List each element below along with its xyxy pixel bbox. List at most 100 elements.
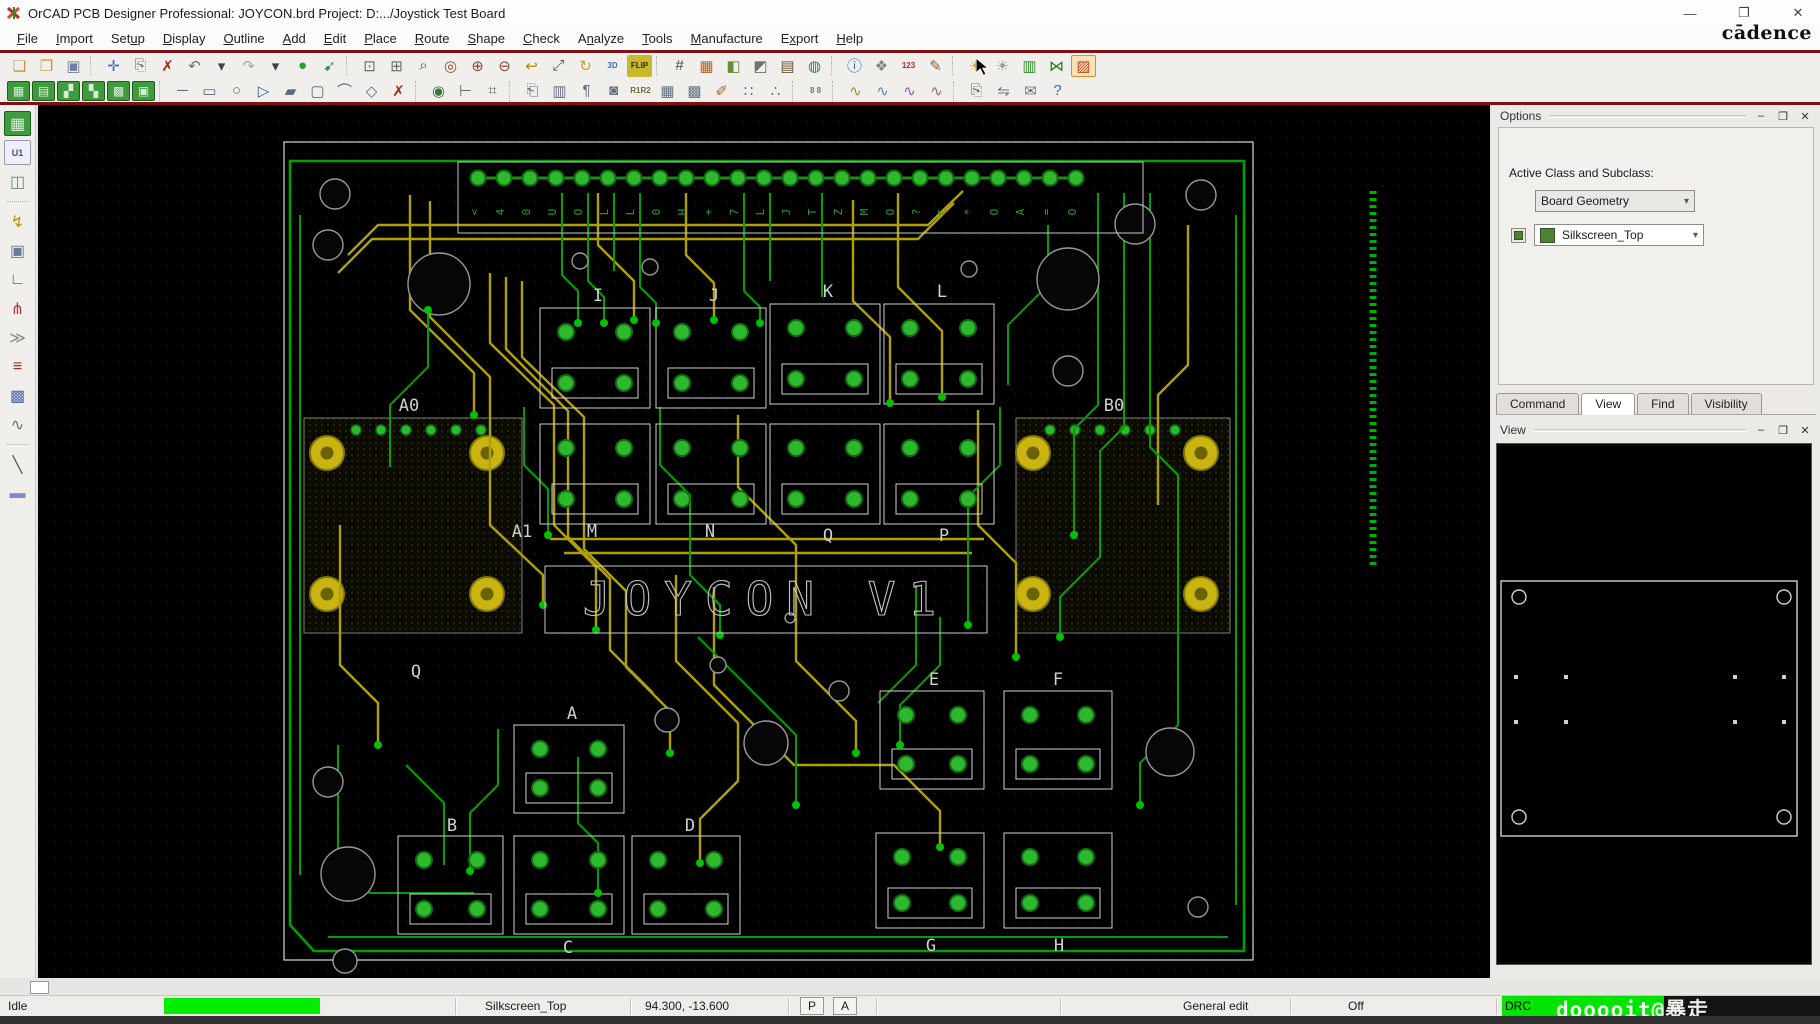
minimize-button[interactable]: —	[1678, 6, 1702, 21]
add-arc-icon[interactable]: ⌒	[332, 80, 357, 102]
redraw-icon[interactable]: ↻	[573, 55, 598, 77]
menu-help[interactable]: Help	[827, 28, 872, 49]
padstack-editor-icon[interactable]: ◉	[426, 80, 451, 102]
undo-dropdown-icon[interactable]: ▾	[209, 55, 234, 77]
show-measure-icon[interactable]: ❖	[869, 55, 894, 77]
copy-document-icon[interactable]: ⎘	[964, 80, 989, 102]
mosaic-pattern-icon[interactable]: ▩	[4, 383, 31, 408]
layer-stack-red-icon[interactable]: ≡	[4, 354, 31, 379]
pick-grid-button[interactable]: P	[800, 997, 824, 1015]
zoom-previous-icon[interactable]: ↩	[519, 55, 544, 77]
color-dialog-icon[interactable]: ▦	[694, 55, 719, 77]
view-minimize-icon[interactable]: –	[1754, 424, 1768, 436]
menu-shape[interactable]: Shape	[458, 28, 514, 49]
add-circle-icon[interactable]: ○	[224, 80, 249, 102]
board-overview-preview[interactable]	[1496, 443, 1812, 965]
design-view-1-icon[interactable]: ▦	[7, 81, 30, 101]
zoom-mode-icon[interactable]: ⊡	[357, 55, 382, 77]
refdes-edit-icon[interactable]: ¶	[574, 80, 599, 102]
display-element-icon[interactable]: ◧	[721, 55, 746, 77]
rename-refdes-icon[interactable]: R1R2	[628, 80, 653, 102]
route-etch-icon[interactable]: ↯	[4, 209, 31, 234]
menu-setup[interactable]: Setup	[102, 28, 154, 49]
menu-route[interactable]: Route	[406, 28, 459, 49]
measure-tool-icon[interactable]: ⌗	[480, 80, 505, 102]
rats-toggle-icon[interactable]: ●	[290, 55, 315, 77]
waive-drc-icon[interactable]: ⋈	[1044, 55, 1069, 77]
paste-tool-icon[interactable]: ⎘	[128, 55, 153, 77]
menu-outline[interactable]: Outline	[214, 28, 273, 49]
delete-shape-icon[interactable]: ✗	[386, 80, 411, 102]
maximize-button[interactable]: ❐	[1732, 5, 1756, 21]
mirror-flip-icon[interactable]: ⇋	[991, 80, 1016, 102]
options-minimize-icon[interactable]: –	[1754, 110, 1768, 122]
footprint-place-icon[interactable]: ◫	[4, 169, 31, 194]
etch-edit-icon[interactable]: ✐	[709, 80, 734, 102]
application-mode-button[interactable]: A	[833, 997, 857, 1015]
design-view-3-icon[interactable]: ▞	[57, 81, 80, 101]
zoom-fit-icon[interactable]: ⤢	[546, 55, 571, 77]
coordinate-display-icon[interactable]: 8 8	[803, 80, 828, 102]
save-design-icon[interactable]: ▣	[61, 55, 86, 77]
redo-dropdown-icon[interactable]: ▾	[263, 55, 288, 77]
place-manual-icon[interactable]: ▣	[4, 238, 31, 263]
design-view-2-icon[interactable]: ▤	[32, 81, 55, 101]
copy-object-icon[interactable]: ⎗	[520, 80, 545, 102]
dimension-tool-icon[interactable]: ⊢	[453, 80, 478, 102]
menu-analyze[interactable]: Analyze	[569, 28, 633, 49]
world-view-icon[interactable]: ◍	[802, 55, 827, 77]
menu-tools[interactable]: Tools	[633, 28, 681, 49]
layer-stripes-icon[interactable]: ▥	[1017, 55, 1042, 77]
menu-display[interactable]: Display	[154, 28, 215, 49]
place-component-icon[interactable]: ▥	[547, 80, 572, 102]
menu-export[interactable]: Export	[772, 28, 828, 49]
add-filled-rect-icon[interactable]: ▰	[278, 80, 303, 102]
close-button[interactable]: ✕	[1786, 5, 1810, 21]
draw-line-icon[interactable]: ╲	[4, 452, 31, 477]
move-tool-icon[interactable]: ✛	[101, 55, 126, 77]
zoom-in-icon[interactable]: ⊕	[465, 55, 490, 77]
design-view-4-icon[interactable]: ▚	[82, 81, 105, 101]
report-table-icon[interactable]: ▦	[655, 80, 680, 102]
dim-mode-icon[interactable]: ☀	[990, 55, 1015, 77]
artwork-film-icon[interactable]: ▤	[775, 55, 800, 77]
signal-wave-both-icon[interactable]: ∿	[897, 80, 922, 102]
open-design-icon[interactable]: ❒	[34, 55, 59, 77]
shape-edit-icon[interactable]: ◇	[359, 80, 384, 102]
new-design-icon[interactable]: ❏	[7, 55, 32, 77]
tab-find[interactable]: Find	[1637, 393, 1688, 414]
menu-check[interactable]: Check	[514, 28, 569, 49]
menu-file[interactable]: File	[8, 28, 47, 49]
menu-manufacture[interactable]: Manufacture	[682, 28, 772, 49]
highlight-brush-icon[interactable]: ✎	[923, 55, 948, 77]
pcb-design-canvas[interactable]: <40UOLL0H+7LJTZMO?C*OA=OA0B0IJKLA1MNQPQA…	[38, 105, 1490, 978]
select-shape-icon[interactable]: ▷	[251, 80, 276, 102]
grid-toggle-icon[interactable]: #	[667, 55, 692, 77]
help-icon[interactable]: ?	[1045, 80, 1070, 102]
show-dimension-123-icon[interactable]: 123	[896, 55, 921, 77]
signal-wave-rise-icon[interactable]: ∿	[843, 80, 868, 102]
options-float-icon[interactable]: ❐	[1776, 110, 1790, 123]
chip-u1-icon[interactable]: U1	[4, 140, 31, 165]
design-view-6-icon[interactable]: ▣	[132, 81, 155, 101]
design-view-5-icon[interactable]: ▩	[107, 81, 130, 101]
draw-rectangle-icon[interactable]: ▬	[4, 481, 31, 506]
tab-visibility[interactable]: Visibility	[1691, 393, 1762, 414]
zoom-by-points-icon[interactable]: ⌕	[411, 55, 436, 77]
view-header-grip[interactable]	[1534, 429, 1746, 432]
options-close-icon[interactable]: ✕	[1798, 110, 1812, 123]
fanout-chevron-icon[interactable]: ≫	[4, 325, 31, 350]
menu-import[interactable]: Import	[47, 28, 102, 49]
design-board-icon[interactable]: ▦	[4, 111, 31, 136]
menu-add[interactable]: Add	[274, 28, 315, 49]
subclass-visibility-checkbox[interactable]	[1511, 228, 1526, 243]
trace-bend-icon[interactable]: ∟	[4, 267, 31, 292]
add-oblong-icon[interactable]: ▢	[305, 80, 330, 102]
send-mail-icon[interactable]: ✉	[1018, 80, 1043, 102]
zoom-grid-icon[interactable]: ⊞	[384, 55, 409, 77]
signal-wave-fall-icon[interactable]: ∿	[870, 80, 895, 102]
options-header-grip[interactable]	[1549, 115, 1746, 118]
snapshot-icon[interactable]: ◙	[601, 80, 626, 102]
pin-connect-icon[interactable]: ⋔	[4, 296, 31, 321]
delete-tool-icon[interactable]: ✗	[155, 55, 180, 77]
